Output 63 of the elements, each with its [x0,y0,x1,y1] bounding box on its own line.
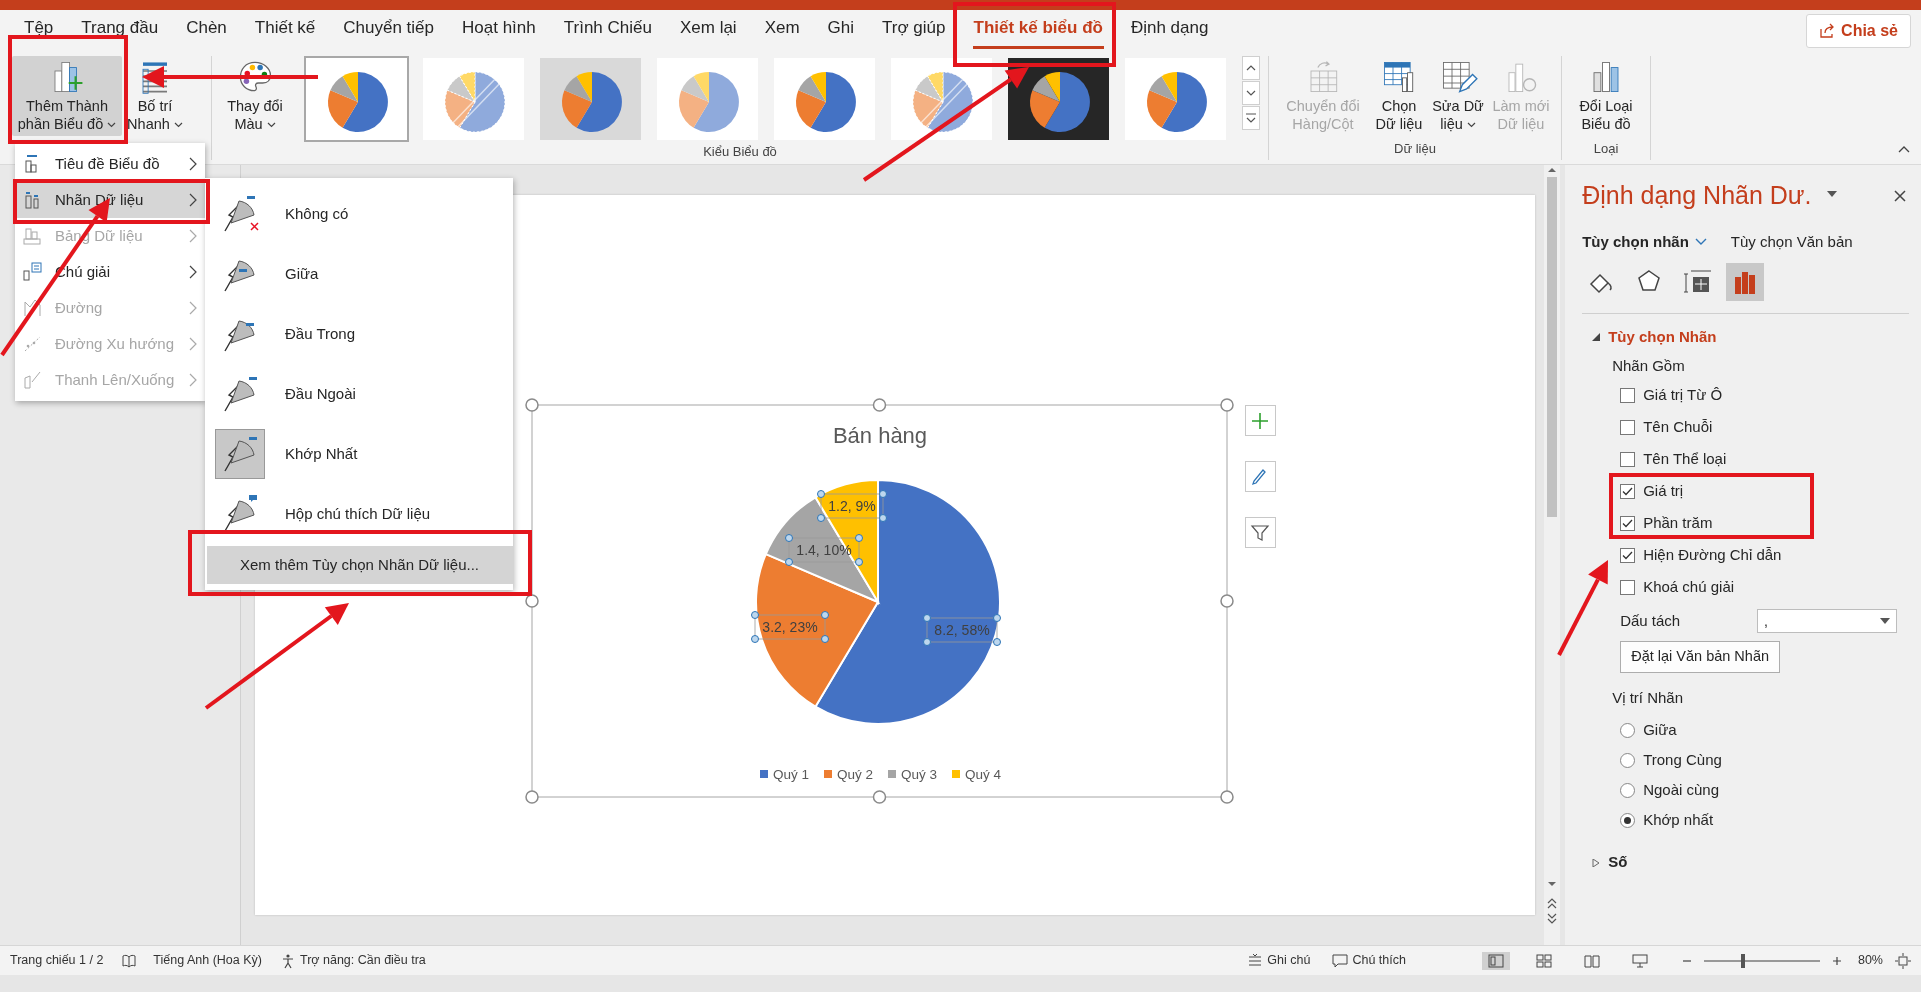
share-button[interactable]: Chia sẻ [1806,14,1911,48]
separator-dropdown[interactable]: , [1757,609,1897,633]
ribbon-tab[interactable]: Định dạng [1116,10,1223,50]
legend-label: Quý 3 [900,767,937,782]
section-header[interactable]: Số [1592,851,1628,874]
accessibility-status: Trợ năng: Cần điều tra [299,952,426,970]
reset-button[interactable]: Đặt lại Văn bản Nhãn [1620,641,1780,673]
ribbon-tab[interactable]: Thiết kế [240,10,330,50]
ribbon-tab[interactable]: Ghi [813,10,869,50]
menu-item[interactable]: Không có [207,184,513,244]
ribbon-tab[interactable]: Tệp [10,10,68,50]
menu-item[interactable]: Giữa [207,244,513,304]
radio-label: Khớp nhất [1643,810,1714,830]
legend-label: Quý 1 [772,767,809,782]
checkbox-label: Tên Thể loại [1643,448,1727,469]
menu-item[interactable]: Đầu Trong [207,304,513,364]
ribbon-tab[interactable]: Xem lại [665,10,751,50]
ribbon-button[interactable]: Thay đổi Màu [220,56,290,137]
menu-item[interactable]: Hộp chú thích Dữ liệu [207,484,513,544]
section-header[interactable]: Tùy chọn Nhãn [1592,326,1717,349]
group-label: Dữ liệu [1393,139,1437,158]
ribbon-tab[interactable]: Chuyển tiếp [329,10,449,50]
ribbon-tab[interactable]: Trình Chiếu [549,10,666,50]
group-label: Nhãn Gồm [1612,355,1685,376]
checkbox-label: Phần trăm [1643,512,1713,533]
panel-tab[interactable]: Tùy chọn Văn bản [1730,230,1853,253]
menu-item[interactable]: Xem thêm Tùy chọn Nhãn Dữ liệu... [207,546,513,584]
comments-button[interactable]: Chú thích [1326,949,1412,972]
group-label: Kiểu Biểu đồ [702,143,778,161]
ribbon-tab[interactable]: Thiết kế biểu đồ [959,10,1117,50]
zoom-level: 80% [1857,952,1883,970]
ribbon-button[interactable]: Đổi Loại Biểu đồ [1570,56,1642,137]
menu-item[interactable]: Đầu Ngoài [207,364,513,424]
ribbon-tab[interactable]: Chèn [172,10,241,50]
panel-title: Định dạng Nhãn Dư. [1582,180,1812,211]
group-label: Vị trí Nhãn [1612,687,1684,708]
notes-button[interactable]: Ghi chú [1241,949,1317,972]
checkbox-label: Hiện Đường Chỉ dẫn [1643,544,1782,565]
menu-item[interactable]: Khớp Nhất [207,424,513,484]
checkbox-label: Tên Chuỗi [1643,416,1713,437]
checkbox-label: Giá trị Từ Ô [1643,384,1723,405]
ribbon-button[interactable]: Thêm Thành phần Biểu đồ [12,56,122,137]
legend-label: Quý 2 [836,767,873,782]
ribbon-button[interactable]: Chọn Dữ liệu [1371,56,1427,137]
menu-item[interactable]: Tiêu đề Biểu đồ [15,146,205,182]
radio-label: Ngoài cùng [1643,780,1720,800]
ribbon-button[interactable]: Sửa Dữ liệu [1429,56,1487,137]
ribbon-tab[interactable]: Hoạt hình [448,10,550,50]
chart-title: Bán hàng [832,423,927,448]
checkbox-label: Khoá chú giải [1643,576,1735,597]
language-label: Tiếng Anh (Hoa Kỳ) [153,952,262,970]
checkbox-label: Giá trị [1643,480,1684,501]
group-label: Loại [1592,139,1620,158]
radio-label: Giữa [1643,720,1677,740]
slide-counter: Trang chiếu 1 / 2 [10,952,104,970]
ribbon-tab[interactable]: Trợ giúp [868,10,960,50]
radio-label: Trong Cùng [1643,750,1722,770]
ribbon-tab[interactable]: Trang đầu [67,10,173,50]
panel-tab[interactable]: Tùy chọn nhãn [1582,230,1707,253]
ribbon-tab[interactable]: Xem [750,10,814,50]
legend-label: Quý 4 [964,767,1001,782]
field-label: Dấu tách [1620,610,1681,631]
ribbon-button[interactable]: Bố trí Nhanh [124,56,186,137]
